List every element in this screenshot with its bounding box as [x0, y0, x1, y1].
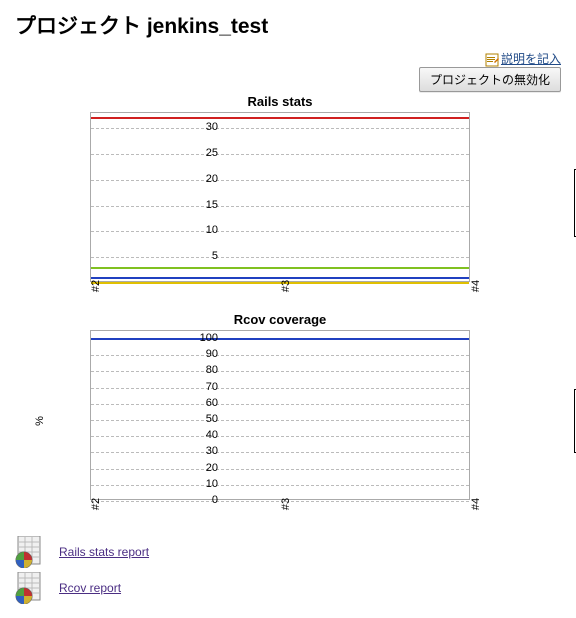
- chart-ytick: 10: [183, 478, 218, 490]
- chart-gridline: [91, 231, 469, 232]
- chart-title: Rcov coverage: [90, 312, 470, 327]
- chart-ytick: 40: [183, 429, 218, 441]
- chart-ytick: 30: [183, 121, 218, 133]
- chart-gridline: [91, 371, 469, 372]
- chart-gridline: [91, 404, 469, 405]
- chart-xtick: #2: [90, 280, 119, 292]
- chart-gridline: [91, 485, 469, 486]
- edit-description-link[interactable]: 説明を記入: [485, 52, 561, 66]
- chart-ylabel: %: [34, 416, 46, 426]
- edit-icon: [485, 53, 499, 67]
- rails-stats-report-link[interactable]: Rails stats report: [59, 545, 149, 559]
- rcov-report-link[interactable]: Rcov report: [59, 581, 121, 595]
- chart-xtick: #4: [470, 498, 499, 510]
- report-row: Rcov report: [15, 572, 561, 604]
- project-actions: 説明を記入 プロジェクトの無効化: [15, 50, 561, 92]
- chart-ytick: 10: [183, 224, 218, 236]
- chart-gridline: [91, 257, 469, 258]
- rails-stats-chart: Rails stats51015202530#2#3#4 LOC/M Lines…: [50, 94, 561, 312]
- chart-ytick: 100: [183, 332, 218, 344]
- chart-series-line: [91, 338, 469, 340]
- disable-project-button[interactable]: プロジェクトの無効化: [419, 67, 561, 92]
- chart-ytick: 25: [183, 147, 218, 159]
- chart-xtick: #3: [280, 280, 309, 292]
- chart-ytick: 80: [183, 364, 218, 376]
- chart-series-line: [91, 267, 469, 269]
- report-row: Rails stats report: [15, 536, 561, 568]
- chart-gridline: [91, 128, 469, 129]
- chart-ytick: 5: [183, 250, 218, 262]
- chart-xtick: #2: [90, 498, 119, 510]
- chart-gridline: [91, 180, 469, 181]
- chart-gridline: [91, 206, 469, 207]
- chart-xtick: #3: [280, 498, 309, 510]
- chart-plot-area: [90, 112, 470, 282]
- chart-gridline: [91, 469, 469, 470]
- chart-ytick: 60: [183, 397, 218, 409]
- reports-section: Rails stats report Rcov report: [15, 536, 561, 604]
- report-icon: [15, 572, 47, 604]
- chart-ytick: 15: [183, 199, 218, 211]
- rcov-coverage-chart: Rcov coverage%0102030405060708090100#2#3…: [50, 312, 561, 530]
- chart-title: Rails stats: [90, 94, 470, 109]
- chart-ytick: 30: [183, 445, 218, 457]
- chart-ytick: 20: [183, 173, 218, 185]
- report-icon: [15, 536, 47, 568]
- chart-plot-area: [90, 330, 470, 500]
- page-title: プロジェクト jenkins_test: [15, 10, 561, 40]
- chart-ytick: 50: [183, 413, 218, 425]
- chart-ytick: 70: [183, 381, 218, 393]
- chart-series-line: [91, 117, 469, 119]
- chart-ytick: 0: [183, 494, 218, 506]
- chart-xtick: #4: [470, 280, 499, 292]
- chart-ytick: 20: [183, 462, 218, 474]
- chart-gridline: [91, 436, 469, 437]
- chart-series-line: [91, 277, 469, 279]
- chart-gridline: [91, 355, 469, 356]
- chart-ytick: 90: [183, 348, 218, 360]
- chart-gridline: [91, 420, 469, 421]
- edit-description-label: 説明を記入: [501, 52, 561, 66]
- chart-gridline: [91, 154, 469, 155]
- chart-gridline: [91, 388, 469, 389]
- chart-gridline: [91, 452, 469, 453]
